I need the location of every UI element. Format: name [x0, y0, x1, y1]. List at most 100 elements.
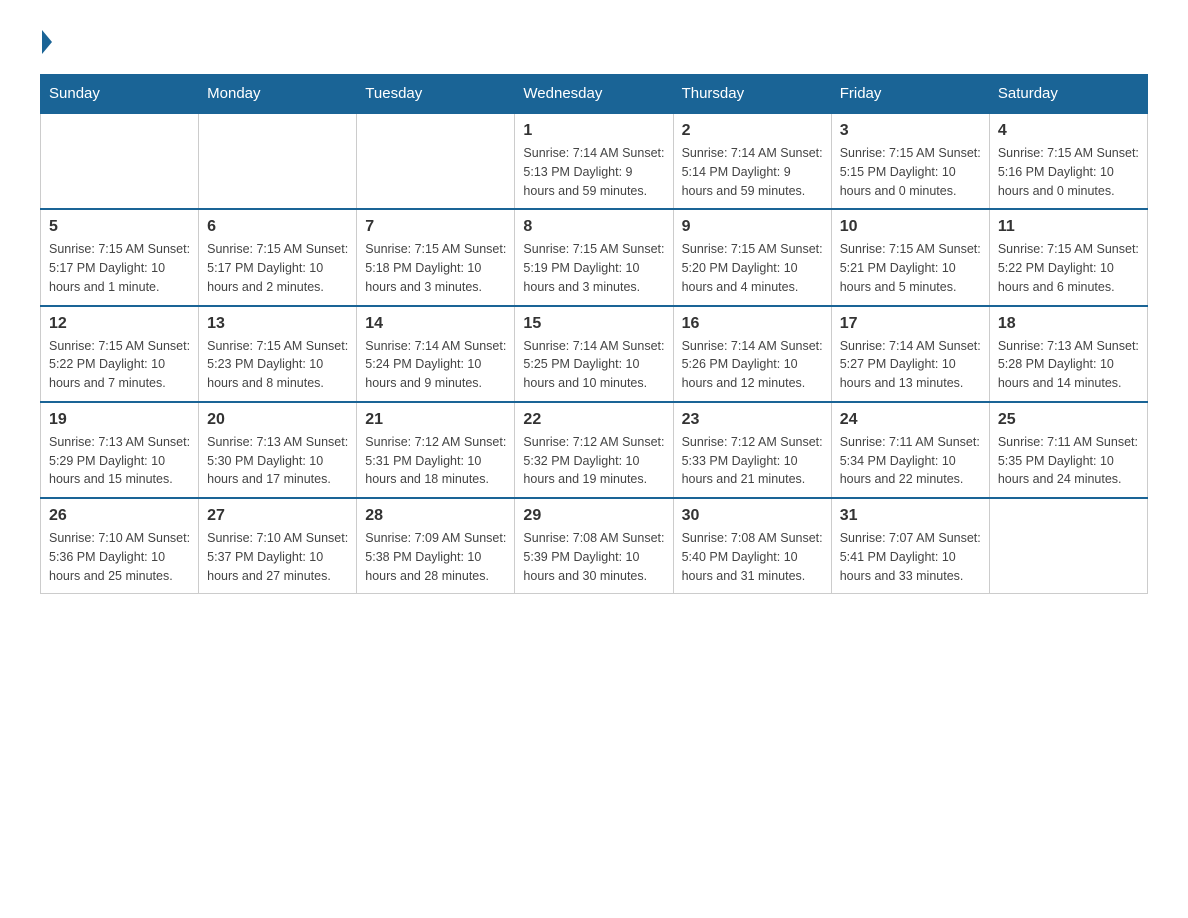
day-number: 25 — [998, 411, 1139, 429]
day-info: Sunrise: 7:13 AM Sunset: 5:29 PM Dayligh… — [49, 433, 190, 489]
calendar-cell — [41, 113, 199, 209]
day-info: Sunrise: 7:15 AM Sunset: 5:23 PM Dayligh… — [207, 337, 348, 393]
calendar-cell: 15Sunrise: 7:14 AM Sunset: 5:25 PM Dayli… — [515, 306, 673, 402]
day-number: 4 — [998, 122, 1139, 140]
day-info: Sunrise: 7:12 AM Sunset: 5:32 PM Dayligh… — [523, 433, 664, 489]
day-number: 28 — [365, 507, 506, 525]
calendar-week-row: 1 Sunrise: 7:14 AM Sunset: 5:13 PM Daylig… — [41, 113, 1148, 209]
day-info: Sunrise: 7:15 AM Sunset: 5:17 PM Dayligh… — [49, 240, 190, 296]
day-info: Sunrise: 7:14 AM Sunset: 5:14 PM Dayligh… — [682, 144, 823, 200]
day-info: Sunrise: 7:10 AM Sunset: 5:37 PM Dayligh… — [207, 529, 348, 585]
day-number: 15 — [523, 315, 664, 333]
day-of-week-header: Wednesday — [515, 75, 673, 114]
calendar-cell: 13 Sunrise: 7:15 AM Sunset: 5:23 PM Dayli… — [199, 306, 357, 402]
day-info: Sunrise: 7:15 AM Sunset: 5:18 PM Dayligh… — [365, 240, 506, 296]
day-number: 2 — [682, 122, 823, 140]
day-number: 26 — [49, 507, 190, 525]
calendar-cell: 30 Sunrise: 7:08 AM Sunset: 5:40 PM Dayli… — [673, 498, 831, 594]
day-of-week-header: Friday — [831, 75, 989, 114]
day-of-week-header: Tuesday — [357, 75, 515, 114]
day-number: 6 — [207, 218, 348, 236]
calendar-cell — [199, 113, 357, 209]
calendar-cell: 19 Sunrise: 7:13 AM Sunset: 5:29 PM Dayli… — [41, 402, 199, 498]
day-number: 3 — [840, 122, 981, 140]
day-number: 5 — [49, 218, 190, 236]
calendar-cell: 29Sunrise: 7:08 AM Sunset: 5:39 PM Dayli… — [515, 498, 673, 594]
day-info: Sunrise: 7:10 AM Sunset: 5:36 PM Dayligh… — [49, 529, 190, 585]
day-info: Sunrise: 7:15 AM Sunset: 5:17 PM Dayligh… — [207, 240, 348, 296]
logo — [40, 30, 54, 54]
day-info: Sunrise: 7:09 AM Sunset: 5:38 PM Dayligh… — [365, 529, 506, 585]
calendar-week-row: 19 Sunrise: 7:13 AM Sunset: 5:29 PM Dayli… — [41, 402, 1148, 498]
day-number: 9 — [682, 218, 823, 236]
day-number: 7 — [365, 218, 506, 236]
calendar-cell: 25 Sunrise: 7:11 AM Sunset: 5:35 PM Dayli… — [989, 402, 1147, 498]
day-number: 18 — [998, 315, 1139, 333]
day-number: 30 — [682, 507, 823, 525]
day-info: Sunrise: 7:11 AM Sunset: 5:35 PM Dayligh… — [998, 433, 1139, 489]
day-info: Sunrise: 7:14 AM Sunset: 5:24 PM Dayligh… — [365, 337, 506, 393]
calendar-cell: 16 Sunrise: 7:14 AM Sunset: 5:26 PM Dayli… — [673, 306, 831, 402]
calendar-cell: 1 Sunrise: 7:14 AM Sunset: 5:13 PM Daylig… — [515, 113, 673, 209]
calendar-cell: 26 Sunrise: 7:10 AM Sunset: 5:36 PM Dayli… — [41, 498, 199, 594]
day-info: Sunrise: 7:15 AM Sunset: 5:16 PM Dayligh… — [998, 144, 1139, 200]
day-number: 16 — [682, 315, 823, 333]
day-number: 24 — [840, 411, 981, 429]
page-header — [40, 30, 1148, 54]
day-info: Sunrise: 7:07 AM Sunset: 5:41 PM Dayligh… — [840, 529, 981, 585]
day-of-week-header: Sunday — [41, 75, 199, 114]
day-number: 19 — [49, 411, 190, 429]
day-info: Sunrise: 7:15 AM Sunset: 5:22 PM Dayligh… — [998, 240, 1139, 296]
day-info: Sunrise: 7:13 AM Sunset: 5:30 PM Dayligh… — [207, 433, 348, 489]
day-number: 8 — [523, 218, 664, 236]
calendar-table: SundayMondayTuesdayWednesdayThursdayFrid… — [40, 74, 1148, 594]
day-number: 14 — [365, 315, 506, 333]
calendar-cell: 27 Sunrise: 7:10 AM Sunset: 5:37 PM Dayli… — [199, 498, 357, 594]
calendar-cell: 10 Sunrise: 7:15 AM Sunset: 5:21 PM Dayli… — [831, 209, 989, 305]
logo-triangle-icon — [42, 30, 52, 54]
calendar-cell: 4 Sunrise: 7:15 AM Sunset: 5:16 PM Daylig… — [989, 113, 1147, 209]
day-number: 23 — [682, 411, 823, 429]
calendar-cell: 9 Sunrise: 7:15 AM Sunset: 5:20 PM Daylig… — [673, 209, 831, 305]
day-number: 12 — [49, 315, 190, 333]
day-of-week-header: Thursday — [673, 75, 831, 114]
day-info: Sunrise: 7:12 AM Sunset: 5:31 PM Dayligh… — [365, 433, 506, 489]
calendar-cell: 17 Sunrise: 7:14 AM Sunset: 5:27 PM Dayli… — [831, 306, 989, 402]
calendar-cell: 18 Sunrise: 7:13 AM Sunset: 5:28 PM Dayli… — [989, 306, 1147, 402]
day-info: Sunrise: 7:13 AM Sunset: 5:28 PM Dayligh… — [998, 337, 1139, 393]
day-number: 27 — [207, 507, 348, 525]
day-info: Sunrise: 7:14 AM Sunset: 5:26 PM Dayligh… — [682, 337, 823, 393]
calendar-week-row: 26 Sunrise: 7:10 AM Sunset: 5:36 PM Dayli… — [41, 498, 1148, 594]
calendar-cell: 5 Sunrise: 7:15 AM Sunset: 5:17 PM Daylig… — [41, 209, 199, 305]
calendar-cell — [989, 498, 1147, 594]
calendar-cell: 31 Sunrise: 7:07 AM Sunset: 5:41 PM Dayli… — [831, 498, 989, 594]
calendar-cell: 20 Sunrise: 7:13 AM Sunset: 5:30 PM Dayli… — [199, 402, 357, 498]
day-number: 11 — [998, 218, 1139, 236]
day-info: Sunrise: 7:12 AM Sunset: 5:33 PM Dayligh… — [682, 433, 823, 489]
calendar-cell: 3Sunrise: 7:15 AM Sunset: 5:15 PM Daylig… — [831, 113, 989, 209]
day-info: Sunrise: 7:11 AM Sunset: 5:34 PM Dayligh… — [840, 433, 981, 489]
day-info: Sunrise: 7:08 AM Sunset: 5:40 PM Dayligh… — [682, 529, 823, 585]
day-number: 21 — [365, 411, 506, 429]
day-number: 31 — [840, 507, 981, 525]
day-of-week-header: Saturday — [989, 75, 1147, 114]
calendar-cell: 6 Sunrise: 7:15 AM Sunset: 5:17 PM Daylig… — [199, 209, 357, 305]
day-number: 10 — [840, 218, 981, 236]
calendar-cell: 2 Sunrise: 7:14 AM Sunset: 5:14 PM Daylig… — [673, 113, 831, 209]
day-number: 1 — [523, 122, 664, 140]
day-info: Sunrise: 7:14 AM Sunset: 5:13 PM Dayligh… — [523, 144, 664, 200]
day-info: Sunrise: 7:14 AM Sunset: 5:27 PM Dayligh… — [840, 337, 981, 393]
day-number: 17 — [840, 315, 981, 333]
day-info: Sunrise: 7:15 AM Sunset: 5:20 PM Dayligh… — [682, 240, 823, 296]
day-info: Sunrise: 7:15 AM Sunset: 5:21 PM Dayligh… — [840, 240, 981, 296]
calendar-cell: 14 Sunrise: 7:14 AM Sunset: 5:24 PM Dayli… — [357, 306, 515, 402]
day-number: 20 — [207, 411, 348, 429]
day-of-week-header: Monday — [199, 75, 357, 114]
calendar-cell: 24 Sunrise: 7:11 AM Sunset: 5:34 PM Dayli… — [831, 402, 989, 498]
calendar-week-row: 12Sunrise: 7:15 AM Sunset: 5:22 PM Dayli… — [41, 306, 1148, 402]
day-number: 13 — [207, 315, 348, 333]
calendar-week-row: 5 Sunrise: 7:15 AM Sunset: 5:17 PM Daylig… — [41, 209, 1148, 305]
calendar-header-row: SundayMondayTuesdayWednesdayThursdayFrid… — [41, 75, 1148, 114]
day-number: 29 — [523, 507, 664, 525]
calendar-cell: 11 Sunrise: 7:15 AM Sunset: 5:22 PM Dayli… — [989, 209, 1147, 305]
